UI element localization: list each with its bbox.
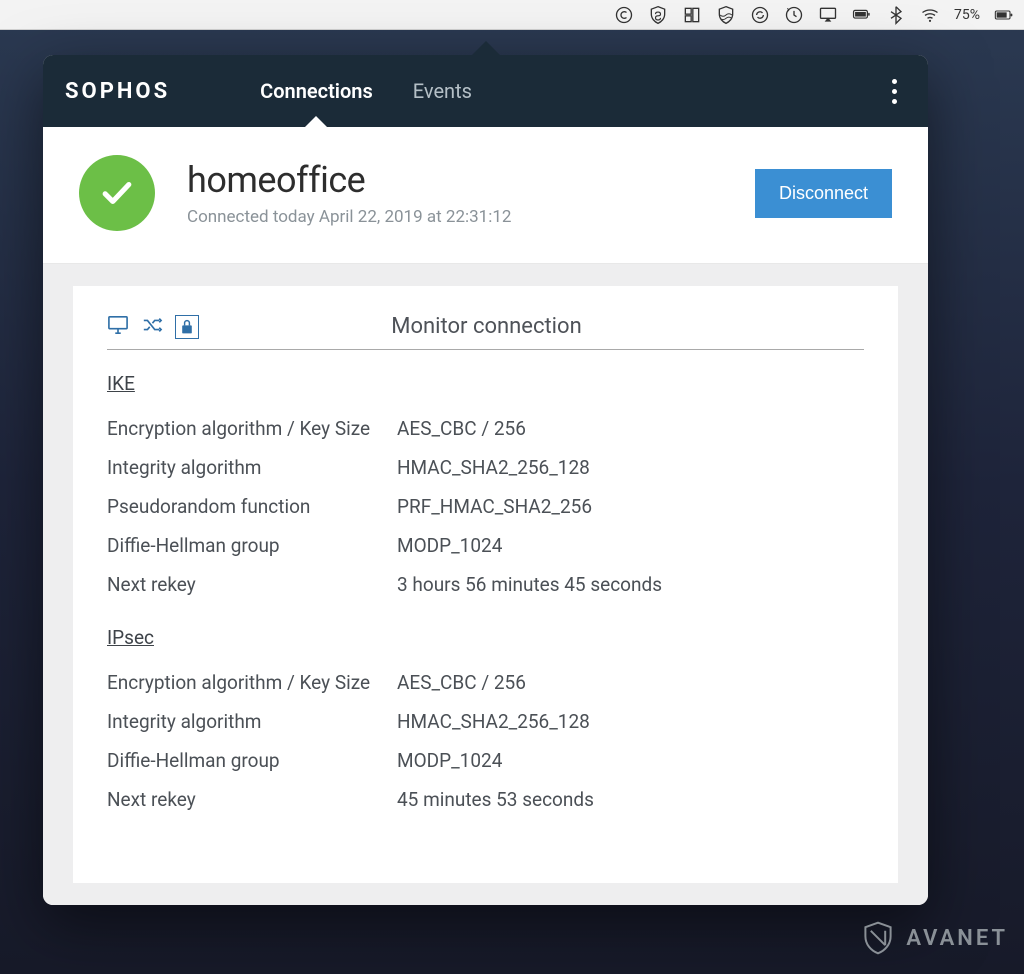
battery-percent: 75% <box>954 7 980 23</box>
label: Next rekey <box>107 573 397 596</box>
value: HMAC_SHA2_256_128 <box>397 710 864 733</box>
value: AES_CBC / 256 <box>397 417 864 440</box>
app-icon-shield-stripes[interactable] <box>716 5 736 25</box>
label: Encryption algorithm / Key Size <box>107 671 397 694</box>
sophos-connect-window: SOPHOS Connections Events homeoffice Con… <box>43 55 928 905</box>
tabs: Connections Events <box>260 55 472 127</box>
ike-row-rekey: Next rekey3 hours 56 minutes 45 seconds <box>107 565 864 604</box>
label: Pseudorandom function <box>107 495 397 518</box>
label: Integrity algorithm <box>107 456 397 479</box>
macos-menubar: 75% <box>0 0 1024 30</box>
disconnect-button[interactable]: Disconnect <box>755 169 892 218</box>
brand-logo: SOPHOS <box>65 79 170 104</box>
kebab-menu[interactable] <box>882 79 906 104</box>
label: Next rekey <box>107 788 397 811</box>
label: Encryption algorithm / Key Size <box>107 417 397 440</box>
ipsec-row-rekey: Next rekey45 minutes 53 seconds <box>107 780 864 819</box>
app-icon-circle-c[interactable] <box>614 5 634 25</box>
tab-connections[interactable]: Connections <box>260 55 373 127</box>
watermark-text: AVANET <box>906 926 1008 951</box>
bluetooth-icon[interactable] <box>886 5 906 25</box>
group-ipsec-label: IPsec <box>107 626 864 649</box>
connection-status-text: Connected today April 22, 2019 at 22:31:… <box>187 207 755 227</box>
battery-icon[interactable] <box>994 5 1014 25</box>
group-ike-label: IKE <box>107 372 864 395</box>
ike-row-prf: Pseudorandom functionPRF_HMAC_SHA2_256 <box>107 487 864 526</box>
ipsec-row-encryption: Encryption algorithm / Key SizeAES_CBC /… <box>107 663 864 702</box>
tab-events[interactable]: Events <box>413 55 472 127</box>
value: HMAC_SHA2_256_128 <box>397 456 864 479</box>
body: Monitor connection IKE Encryption algori… <box>43 264 928 905</box>
label: Integrity algorithm <box>107 710 397 733</box>
connection-name: homeoffice <box>187 159 755 201</box>
popover-caret <box>472 41 500 55</box>
monitor-title: Monitor connection <box>109 314 864 339</box>
ike-row-integrity: Integrity algorithmHMAC_SHA2_256_128 <box>107 448 864 487</box>
value: MODP_1024 <box>397 534 864 557</box>
ike-row-encryption: Encryption algorithm / Key SizeAES_CBC /… <box>107 409 864 448</box>
value: 45 minutes 53 seconds <box>397 788 864 811</box>
titlebar: SOPHOS Connections Events <box>43 55 928 127</box>
ipsec-row-dh: Diffie-Hellman groupMODP_1024 <box>107 741 864 780</box>
monitor-card: Monitor connection IKE Encryption algori… <box>73 286 898 883</box>
wifi-icon[interactable] <box>920 5 940 25</box>
ike-row-dh: Diffie-Hellman groupMODP_1024 <box>107 526 864 565</box>
value: PRF_HMAC_SHA2_256 <box>397 495 864 518</box>
watermark: AVANET <box>860 920 1008 956</box>
time-machine-icon[interactable] <box>784 5 804 25</box>
ipsec-row-integrity: Integrity algorithmHMAC_SHA2_256_128 <box>107 702 864 741</box>
app-icon-grid[interactable] <box>682 5 702 25</box>
connection-header: homeoffice Connected today April 22, 201… <box>43 127 928 264</box>
status-connected-icon <box>79 155 155 231</box>
airplay-icon[interactable] <box>818 5 838 25</box>
app-icon-sync-circle[interactable] <box>750 5 770 25</box>
value: MODP_1024 <box>397 749 864 772</box>
app-icon-shield-s[interactable] <box>648 5 668 25</box>
value: 3 hours 56 minutes 45 seconds <box>397 573 864 596</box>
monitor-section-header: Monitor connection <box>107 314 864 350</box>
label: Diffie-Hellman group <box>107 534 397 557</box>
value: AES_CBC / 256 <box>397 671 864 694</box>
label: Diffie-Hellman group <box>107 749 397 772</box>
battery-full-icon[interactable] <box>852 5 872 25</box>
